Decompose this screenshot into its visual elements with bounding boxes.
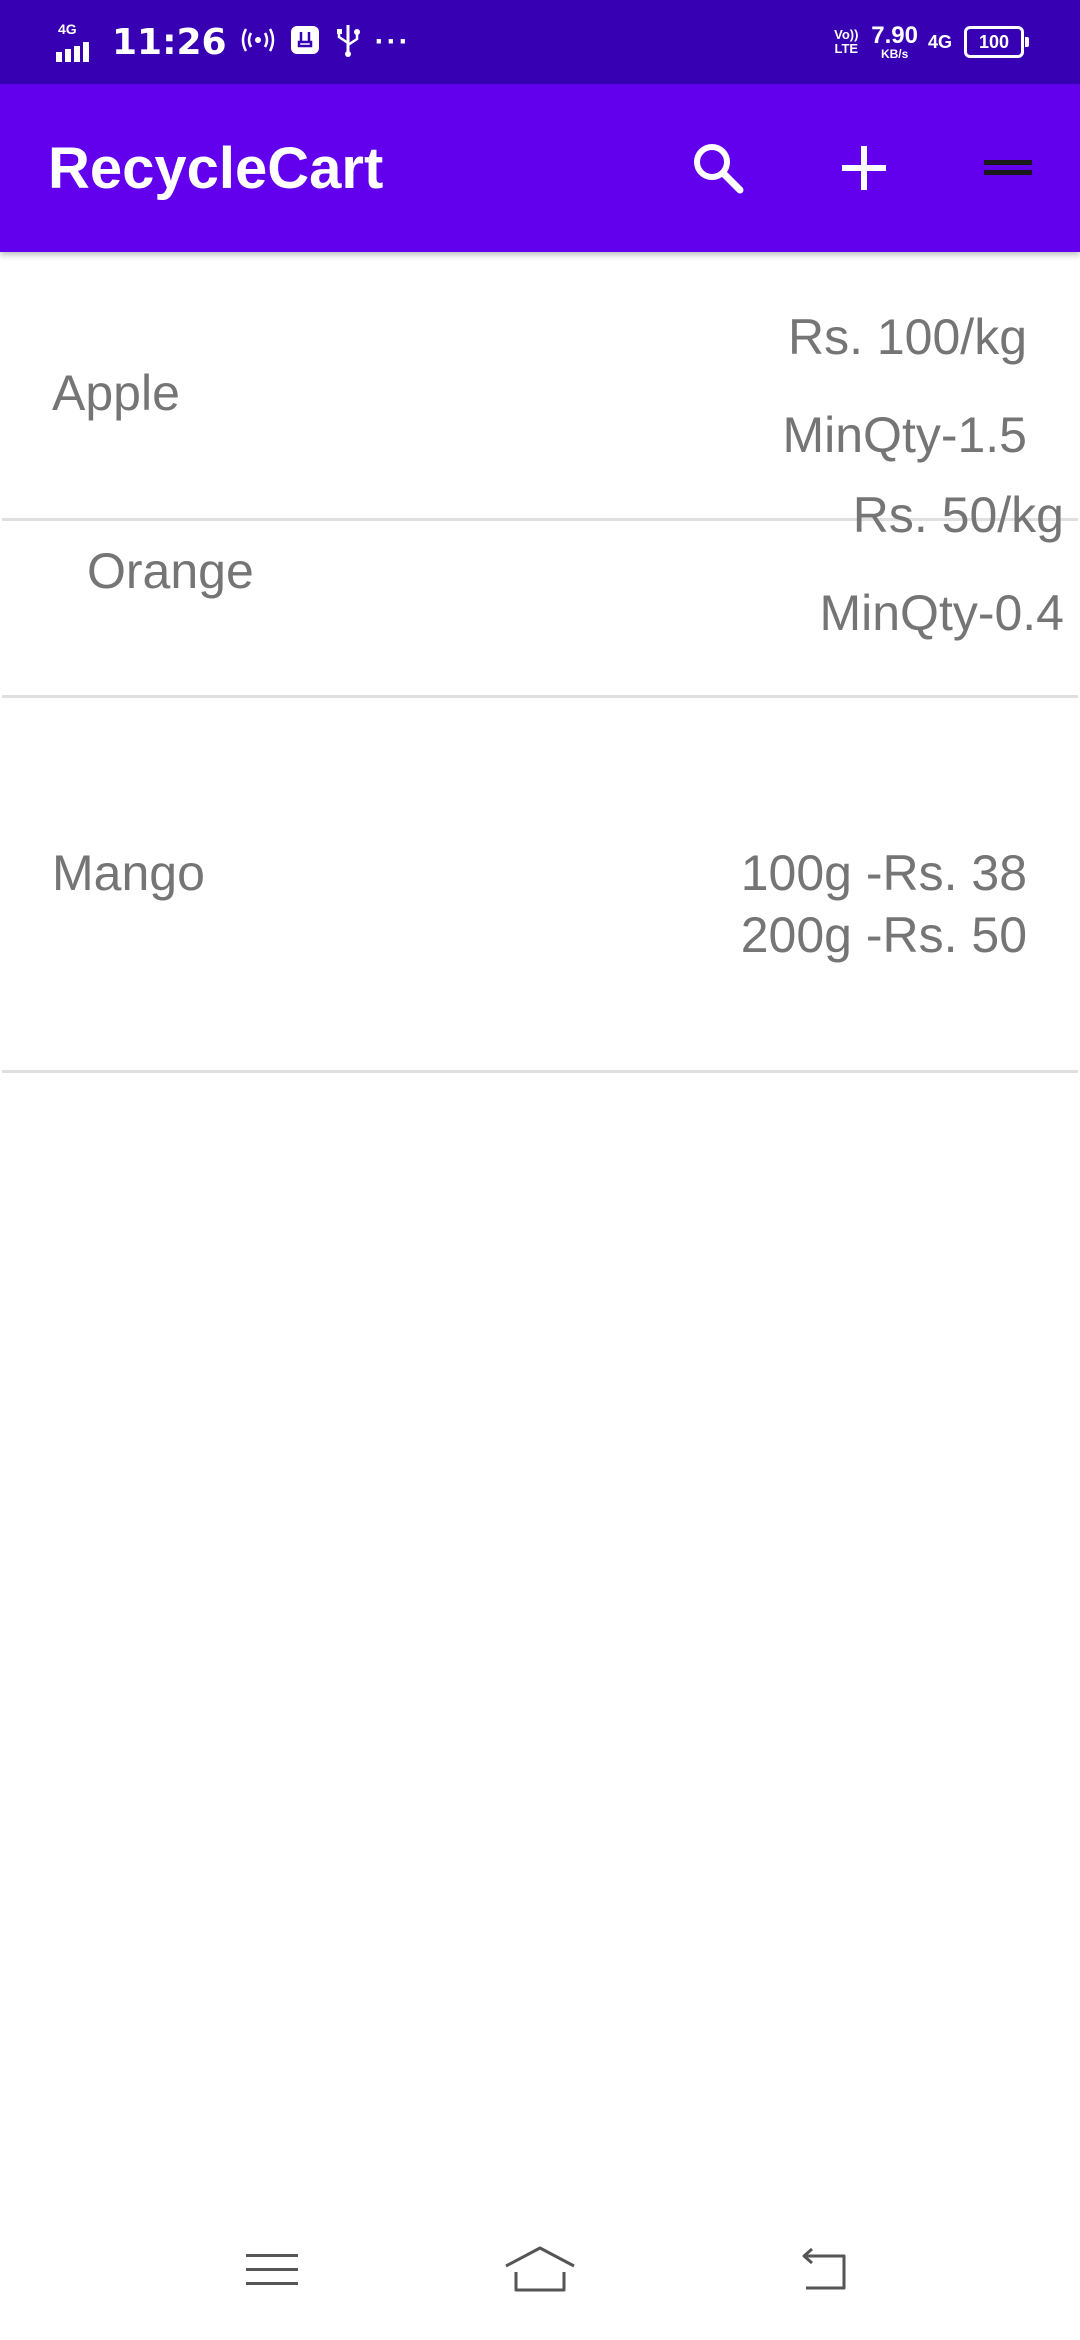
item-price-200g: 200g -Rs. 50 [740, 907, 1027, 963]
back-icon [802, 2247, 846, 2290]
list-item-mango[interactable]: Mango 100g -Rs. 38 200g -Rs. 50 [0, 698, 1080, 1072]
plus-icon [842, 146, 886, 190]
menu-button[interactable] [966, 126, 1050, 210]
recents-button[interactable] [212, 2230, 332, 2310]
battery-icon: 100 [964, 26, 1029, 58]
network-type-right: 4G [927, 32, 952, 52]
item-name: Mango [52, 845, 205, 901]
hotspot-icon [241, 25, 275, 60]
usb-debug-icon [289, 24, 321, 61]
system-nav-bar [0, 2200, 1080, 2340]
clock: 11:26 [112, 21, 227, 63]
home-icon [505, 2246, 575, 2292]
status-bar: 4G 11:26 ··· Vo)) LTE 7.90 KB/s 4G 100 [0, 0, 1080, 84]
signal-icon: 4G [56, 22, 96, 62]
app-bar: RecycleCart [0, 84, 1080, 252]
list-item-apple[interactable]: Apple Rs. 100/kg MinQty-1.5 [0, 252, 1080, 520]
back-button[interactable] [764, 2230, 884, 2310]
search-icon [694, 144, 744, 194]
more-notifications-icon: ··· [374, 25, 411, 58]
volte-indicator: Vo)) LTE [834, 27, 859, 56]
item-min-qty: MinQty-0.4 [819, 585, 1064, 641]
add-button[interactable] [822, 126, 906, 210]
item-price: Rs. 100/kg [787, 309, 1027, 365]
item-price-100g: 100g -Rs. 38 [740, 845, 1027, 901]
net-speed: 7.90 KB/s [871, 22, 918, 61]
item-name: Orange [87, 543, 254, 599]
usb-icon [335, 23, 361, 62]
net-speed-unit: KB/s [880, 47, 909, 61]
network-type-left: 4G [58, 21, 77, 37]
menu-icon [984, 160, 1032, 175]
net-speed-value: 7.90 [871, 22, 918, 49]
recents-icon [246, 2254, 298, 2285]
item-price: Rs. 50/kg [852, 487, 1064, 543]
search-button[interactable] [676, 126, 760, 210]
item-min-qty: MinQty-1.5 [782, 407, 1027, 463]
item-name: Apple [52, 365, 180, 421]
divider [2, 1070, 1078, 1073]
home-button[interactable] [480, 2230, 600, 2310]
app-title: RecycleCart [48, 135, 384, 201]
